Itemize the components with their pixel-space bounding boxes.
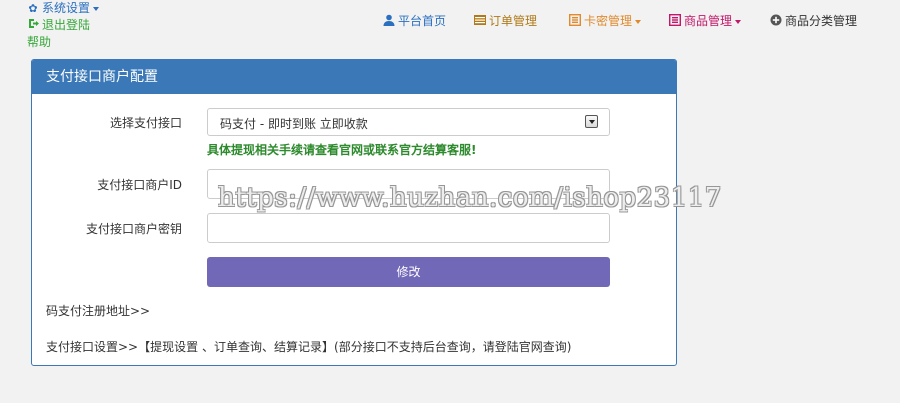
system-settings-menu[interactable]: ✿ 系统设置 — [27, 0, 100, 17]
order-query-link[interactable]: 订单查询 — [214, 340, 262, 354]
select-interface-label: 选择支付接口 — [109, 116, 182, 130]
merchant-id-label: 支付接口商户ID — [97, 178, 182, 192]
submit-button[interactable]: 修改 — [207, 257, 610, 287]
caret-down-icon — [635, 19, 642, 24]
box-icon — [668, 13, 682, 27]
top-bar: ✿ 系统设置 退出登陆 帮助 平台首页 订单管理 卡密管理 商品管理 商品分类管… — [0, 0, 900, 52]
nav-home[interactable]: 平台首页 — [383, 12, 446, 30]
interface-settings-line: 支付接口设置>>【提现设置 、订单查询、结算记录】(部分接口不支持后台查询，请登… — [46, 340, 572, 354]
withdraw-settings-link[interactable]: 提现设置 — [150, 340, 198, 354]
logout-link[interactable]: 退出登陆 — [27, 17, 99, 34]
caret-down-icon — [735, 19, 742, 24]
gear-icon: ✿ — [28, 2, 38, 15]
panel-title: 支付接口商户配置 — [32, 60, 676, 94]
merchant-key-input[interactable] — [207, 213, 610, 243]
user-icon — [383, 13, 395, 26]
settlement-hint: 具体提现相关手续请查看官网或联系官方结算客服! — [207, 143, 477, 157]
payment-config-panel: 支付接口商户配置 选择支付接口 码支付 - 即时到账 立即收款 具体提现相关手续… — [31, 59, 677, 366]
help-link[interactable]: 帮助 — [27, 34, 99, 51]
dropdown-arrow-icon[interactable] — [585, 115, 598, 128]
settlement-records-link[interactable]: 结算记录 — [274, 340, 322, 354]
register-link[interactable]: 码支付注册地址>> — [46, 302, 150, 319]
top-left-links: ✿ 系统设置 退出登陆 帮助 — [27, 0, 100, 51]
card-icon — [568, 13, 582, 27]
nav-categories[interactable]: 商品分类管理 — [770, 12, 857, 30]
caret-down-icon — [93, 6, 100, 11]
plus-circle-icon — [770, 13, 782, 26]
merchant-id-input[interactable] — [207, 169, 610, 199]
merchant-key-label: 支付接口商户密钥 — [85, 222, 182, 236]
nav-goods-menu[interactable]: 商品管理 — [668, 12, 742, 30]
nav-orders[interactable]: 订单管理 — [474, 12, 537, 30]
list-icon — [474, 13, 486, 25]
select-value: 码支付 - 即时到账 立即收款 — [220, 117, 368, 131]
logout-icon — [27, 17, 39, 34]
payment-interface-select[interactable]: 码支付 - 即时到账 立即收款 — [207, 108, 610, 136]
nav-cards-menu[interactable]: 卡密管理 — [568, 12, 642, 30]
